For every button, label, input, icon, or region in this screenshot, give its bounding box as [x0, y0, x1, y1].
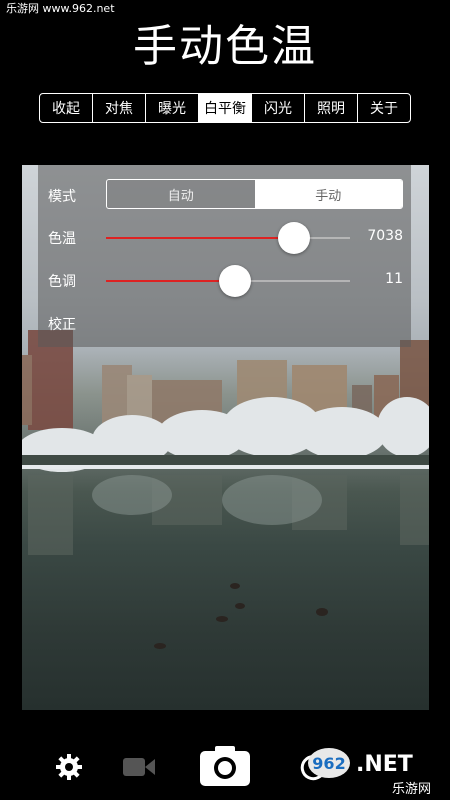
watermark-logo-suffix: .NET	[356, 752, 413, 777]
white-balance-panel: 模式 自动 手动 色温 7038 色调 11 校正	[38, 165, 411, 347]
tint-slider-fill	[106, 280, 236, 282]
tint-label: 色调	[48, 274, 76, 290]
camera-shutter-icon[interactable]	[199, 745, 251, 787]
tab-white-balance[interactable]: 白平衡	[199, 94, 252, 122]
watermark-logo: 962 .NET 乐游网	[300, 748, 445, 797]
mode-auto-option[interactable]: 自动	[107, 180, 255, 208]
temperature-slider-fill	[106, 237, 294, 239]
tab-exposure[interactable]: 曝光	[146, 94, 199, 122]
mode-segmented-control: 自动 手动	[106, 179, 403, 209]
tab-collapse[interactable]: 收起	[40, 94, 93, 122]
mode-label: 模式	[48, 189, 76, 205]
tab-focus[interactable]: 对焦	[93, 94, 146, 122]
gear-icon[interactable]	[55, 753, 83, 781]
temperature-slider[interactable]	[106, 222, 350, 254]
page-title: 手动色温	[133, 21, 317, 72]
watermark-top: 乐游网 www.962.net	[0, 0, 121, 18]
watermark-logo-caption: 乐游网	[392, 782, 432, 797]
tint-slider-thumb[interactable]	[219, 265, 252, 297]
calibration-label[interactable]: 校正	[48, 314, 76, 334]
mode-manual-option[interactable]: 手动	[254, 180, 402, 208]
temperature-value: 7038	[367, 228, 403, 244]
temperature-label: 色温	[48, 231, 76, 247]
temperature-slider-thumb[interactable]	[277, 222, 310, 254]
watermark-logo-number: 962	[312, 753, 346, 773]
video-camera-icon[interactable]	[122, 755, 156, 779]
tab-lighting[interactable]: 照明	[305, 94, 358, 122]
tab-about[interactable]: 关于	[358, 94, 410, 122]
tint-slider[interactable]	[106, 265, 350, 297]
tint-value: 11	[385, 271, 403, 287]
tab-flash[interactable]: 闪光	[252, 94, 305, 122]
tab-bar: 收起 对焦 曝光 白平衡 闪光 照明 关于	[39, 93, 411, 123]
